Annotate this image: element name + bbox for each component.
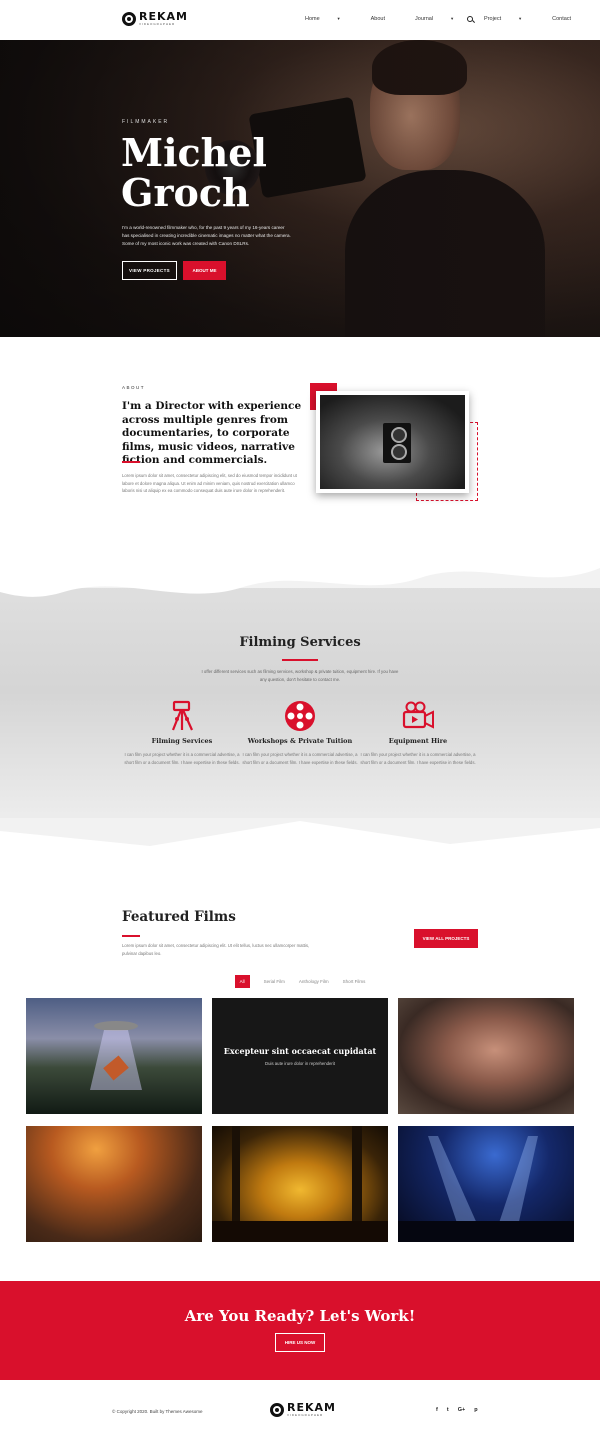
top-wave-shape <box>0 548 600 597</box>
facebook-icon[interactable]: f <box>436 1407 438 1413</box>
camera-logo-icon <box>122 11 136 26</box>
copyright-text: © Copyright 2020. Built by Themes Awesom… <box>112 1409 203 1414</box>
film-tile-soldiers[interactable] <box>212 1126 388 1242</box>
film-tile-overlay: Excepteur sint occaecat cupidatat Duis a… <box>212 998 388 1114</box>
hero-kicker: FILMMAKER <box>122 119 170 125</box>
brand-logo[interactable]: REKAM VIDEOGRAPHER <box>122 11 188 26</box>
hero-overlay <box>0 40 600 337</box>
soldiers-image <box>212 1126 388 1242</box>
about-heading: I'm a Director with experience across mu… <box>122 400 302 466</box>
service-desc: I can film your project whether it is a … <box>124 752 240 765</box>
nav-item-journal[interactable]: Journal ▼ <box>415 16 469 22</box>
chevron-down-icon: ▼ <box>336 16 341 21</box>
about-divider <box>122 461 140 463</box>
service-card-filming: Filming Services I can film your project… <box>122 699 242 766</box>
cta-title: Are You Ready? Let's Work! <box>184 1307 416 1325</box>
about-description: Lorem ipsum dolor sit amet, consectetur … <box>122 473 297 493</box>
footer: © Copyright 2020. Built by Themes Awesom… <box>0 1380 600 1443</box>
film-tile-hover[interactable]: Excepteur sint occaecat cupidatat Duis a… <box>212 998 388 1114</box>
concert-image <box>398 1136 574 1242</box>
film-filters: All Serial Film Anthology Film Short Fil… <box>0 975 600 988</box>
film-tile-woman[interactable] <box>398 998 574 1114</box>
hero-title-line2: Groch <box>121 170 250 215</box>
chevron-down-icon: ▼ <box>450 16 455 21</box>
hero-title-line1: Michel <box>121 130 267 175</box>
brand-name: REKAM <box>139 10 188 23</box>
services-intro: I offer different services such as filmi… <box>201 669 399 682</box>
filter-anthology-film[interactable]: Anthology Film <box>299 979 329 984</box>
services-divider <box>282 659 318 661</box>
cta-section: Are You Ready? Let's Work! HIRE US NOW <box>0 1281 600 1380</box>
filter-serial-film[interactable]: Serial Film <box>264 979 285 984</box>
film-tile-warriors[interactable] <box>26 1126 202 1242</box>
brand-tagline: VIDEOGRAPHER <box>139 22 176 26</box>
hire-us-button[interactable]: HIRE US NOW <box>275 1333 325 1352</box>
about-photo <box>316 391 469 493</box>
social-links: f t G+ p <box>436 1407 487 1413</box>
camera-logo-icon <box>270 1402 284 1417</box>
nav-item-project[interactable]: Project ▼ <box>484 16 537 22</box>
about-photo-image <box>320 395 465 489</box>
services-title: Filming Services <box>239 635 361 650</box>
filter-all[interactable]: All <box>234 975 250 988</box>
nav-item-about[interactable]: About <box>371 16 400 22</box>
hero-title: Michel Groch <box>121 133 267 213</box>
hero-section: FILMMAKER Michel Groch I'm a world-renow… <box>0 40 600 337</box>
films-divider <box>122 935 140 937</box>
bottom-wave-shape <box>0 821 600 863</box>
service-name: Equipment Hire <box>388 737 448 745</box>
brand-tagline: VIDEOGRAPHER <box>287 1413 324 1417</box>
nav-item-home[interactable]: Home ▼ <box>305 16 356 22</box>
film-tile-ufo[interactable] <box>26 998 202 1114</box>
google-plus-icon[interactable]: G+ <box>458 1407 466 1413</box>
brand-name: REKAM <box>287 1401 336 1414</box>
about-me-button[interactable]: ABOUT ME <box>183 261 226 280</box>
film-reel-icon <box>285 701 315 731</box>
filter-short-films[interactable]: Short Films <box>343 979 366 984</box>
service-card-workshops: Workshops & Private Tuition I can film y… <box>240 699 360 766</box>
service-name: Filming Services <box>151 737 213 745</box>
service-name: Workshops & Private Tuition <box>247 737 353 745</box>
service-desc: I can film your project whether it is a … <box>242 752 358 765</box>
service-desc: I can film your project whether it is a … <box>360 752 476 765</box>
vintage-camera-image <box>383 423 411 463</box>
video-camera-icon <box>402 701 434 729</box>
ufo-image <box>90 1021 142 1090</box>
service-card-equipment: Equipment Hire I can film your project w… <box>358 699 478 766</box>
tile-overlay-subtitle: Duis aute irure dolor in reprehenderit <box>265 1061 335 1066</box>
film-tile-concert[interactable] <box>398 1126 574 1242</box>
chevron-down-icon: ▼ <box>518 16 523 21</box>
nav-item-contact[interactable]: Contact <box>552 16 586 22</box>
view-all-projects-button[interactable]: VIEW ALL PROJECTS <box>414 929 478 948</box>
search-icon[interactable] <box>467 16 473 22</box>
films-description: Lorem ipsum dolor sit amet, consectetur … <box>122 943 310 956</box>
pinterest-icon[interactable]: p <box>474 1407 477 1413</box>
view-projects-button[interactable]: VIEW PROJECTS <box>122 261 177 280</box>
about-kicker: ABOUT <box>122 385 146 390</box>
films-title: Featured Films <box>122 909 236 925</box>
tripod-icon <box>171 700 194 731</box>
main-menu: Home ▼ About Journal ▼ Project ▼ Contact <box>305 16 600 22</box>
tile-overlay-title: Excepteur sint occaecat cupidatat <box>223 1046 377 1056</box>
hero-description: I'm a world-renowned filmmaker who, for … <box>122 225 291 246</box>
twitter-icon[interactable]: t <box>447 1407 449 1413</box>
footer-logo[interactable]: REKAM VIDEOGRAPHER <box>270 1402 336 1417</box>
top-navbar: REKAM VIDEOGRAPHER Home ▼ About Journal ▼ … <box>0 0 600 40</box>
